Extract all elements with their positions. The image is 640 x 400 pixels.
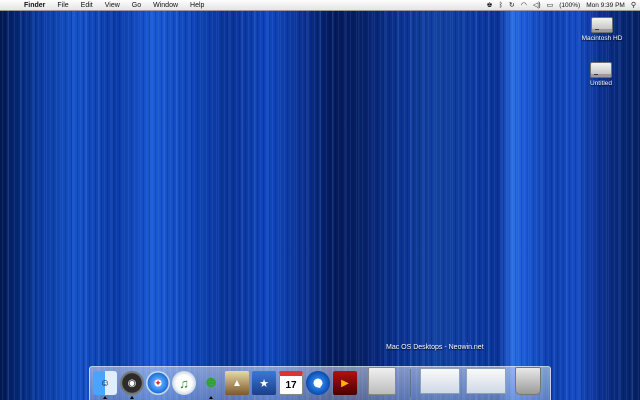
dock-quicktime-icon[interactable]: Q [306,371,330,395]
battery-icon[interactable]: ▭ [547,0,554,11]
desktop-icon-label: Macintosh HD [581,35,623,42]
dock-iphoto-icon[interactable]: ▲ [225,371,249,395]
menu-app-finder[interactable]: Finder [18,0,51,11]
menu-bar: Finder File Edit View Go Window Help ♚ ᛒ… [0,0,640,11]
menu-window[interactable]: Window [147,0,184,11]
hard-drive-icon [590,62,612,78]
volume-icon[interactable]: ◁) [533,0,541,11]
running-indicator [103,396,107,399]
menu-help[interactable]: Help [184,0,210,11]
dock-adium-icon[interactable]: ☻ [199,371,223,395]
dock-safari-icon[interactable]: ✦ [146,371,170,395]
dock-minimized-window-icon[interactable] [466,368,506,394]
menu-extras: ♚ ᛒ ↻ ◠ ◁) ▭ (100%) Mon 9:39 PM ⚲ [486,0,636,11]
sync-icon[interactable]: ↻ [509,0,515,11]
menu-view[interactable]: View [99,0,126,11]
spotlight-icon[interactable]: ⚲ [631,0,636,11]
dock-dvd-player-icon[interactable]: ▶ [333,371,357,395]
dock-imovie-icon[interactable]: ★ [252,371,276,395]
dock-finder-icon[interactable]: ☺ [93,371,117,395]
menu-file[interactable]: File [51,0,74,11]
menu-go[interactable]: Go [126,0,147,11]
dock-separator [410,369,411,397]
desktop-background[interactable] [0,0,640,400]
battery-percentage: (100%) [559,2,581,9]
dock-dashboard-icon[interactable]: ◉ [120,371,144,395]
bluetooth-icon[interactable]: ᛒ [499,0,503,11]
user-icon[interactable]: ♚ [486,0,492,11]
desktop-icon-macintosh-hd[interactable]: Macintosh HD [577,17,627,42]
desktop-icon-untitled[interactable]: Untitled [576,62,626,87]
apple-menu-icon[interactable] [0,0,18,11]
dock-trash-icon[interactable] [515,367,541,395]
dock-itunes-icon[interactable]: ♫ [172,371,196,395]
dock-ical-icon[interactable]: 17 [279,371,303,395]
dock-minimized-window-icon[interactable] [420,368,460,394]
running-indicator [209,396,213,399]
dock-system-preferences-icon[interactable] [368,367,396,395]
wifi-icon[interactable]: ◠ [521,0,527,11]
wallpaper-caption: Mac OS Desktops - Neowin.net [386,344,484,351]
menu-clock[interactable]: Mon 9:39 PM [586,2,625,9]
hard-drive-icon [591,17,613,33]
menu-edit[interactable]: Edit [75,0,99,11]
running-indicator [130,396,134,399]
desktop-icon-label: Untitled [589,80,613,87]
